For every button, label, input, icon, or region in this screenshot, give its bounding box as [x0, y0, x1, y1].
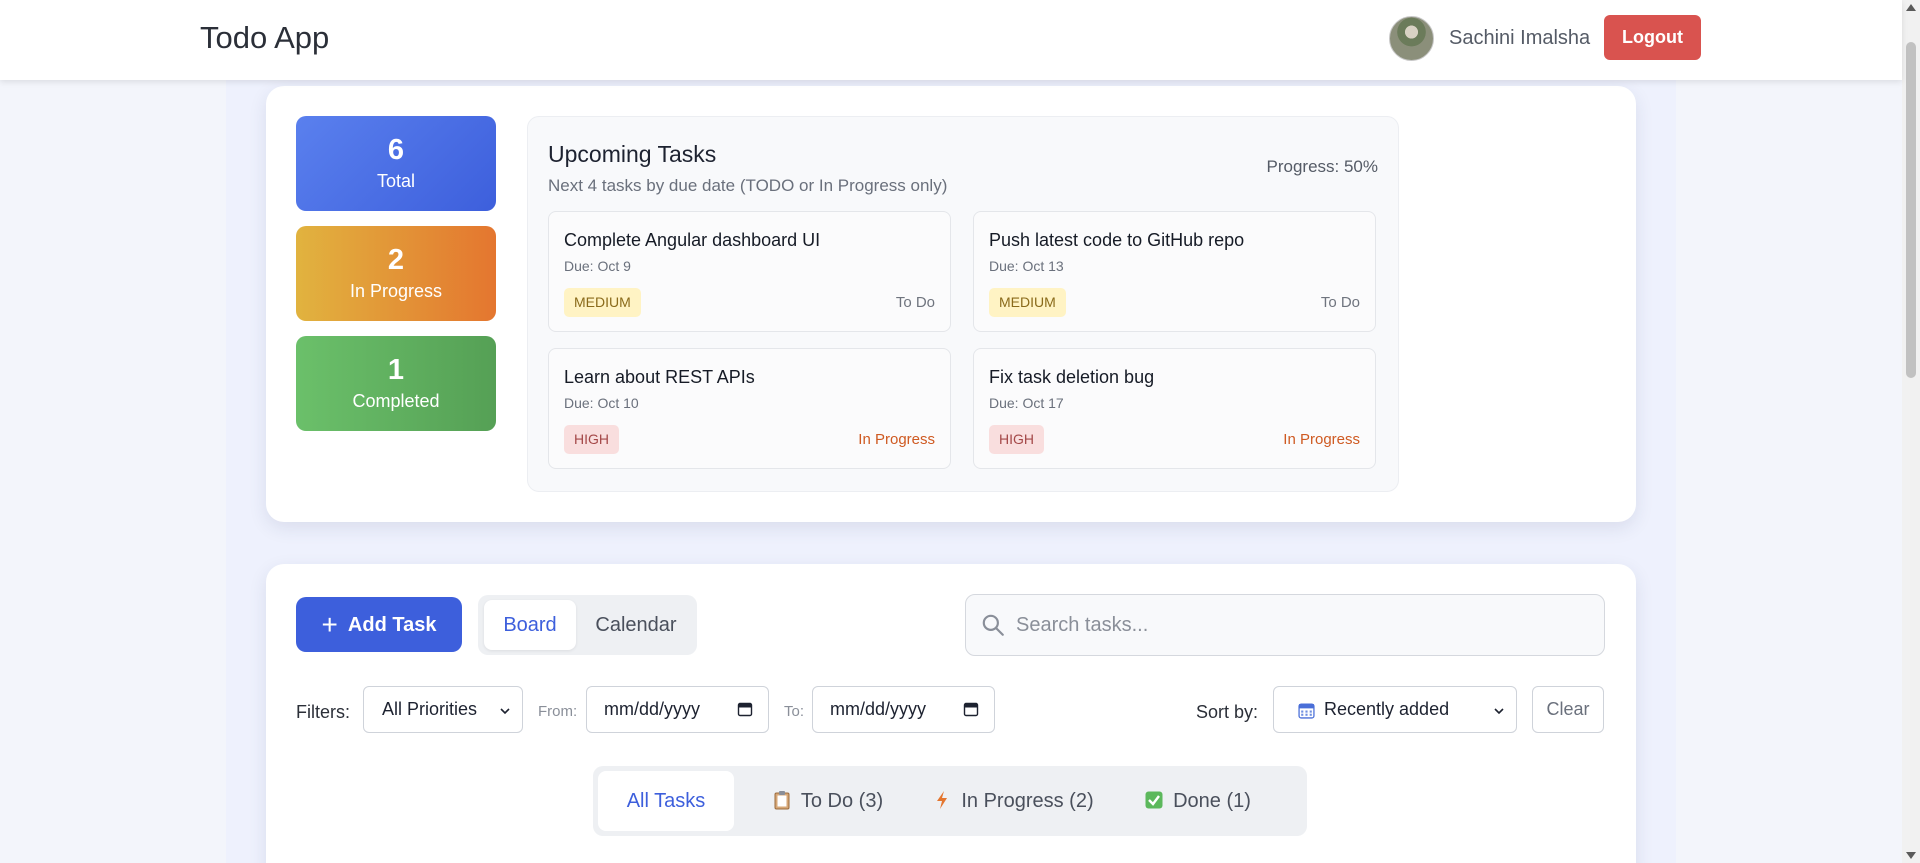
stat-in-progress-value: 2 — [387, 244, 405, 276]
tab-done-label: Done (1) — [1173, 789, 1251, 812]
calendar-icon[interactable] — [737, 701, 753, 717]
chevron-down-icon — [500, 708, 510, 715]
priority-filter-select[interactable]: All Priorities — [363, 686, 523, 733]
to-date-value: mm/dd/yyyy — [830, 699, 927, 719]
sort-value: Recently added — [1324, 699, 1450, 719]
task-due-date: Due: Oct 17 — [989, 395, 1064, 411]
sort-select[interactable]: Recently added — [1273, 686, 1517, 733]
sort-by-label: Sort by: — [1196, 702, 1259, 722]
clear-filters-button[interactable]: Clear — [1532, 686, 1604, 733]
task-status: In Progress — [858, 431, 935, 448]
upcoming-progress: Progress: 50% — [1266, 157, 1379, 176]
plus-icon: + — [321, 608, 338, 640]
stat-completed: 1 Completed — [296, 336, 496, 431]
chevron-down-icon — [1494, 708, 1504, 715]
upcoming-tasks-panel: Upcoming Tasks Next 4 tasks by due date … — [527, 116, 1399, 492]
from-date-value: mm/dd/yyyy — [604, 699, 701, 719]
task-controls-card: + Add Task Board Calendar Filters: All Pr… — [266, 564, 1636, 863]
task-status: To Do — [1320, 294, 1360, 311]
task-status: In Progress — [1283, 431, 1360, 448]
task-due-date: Due: Oct 10 — [564, 395, 639, 411]
board-view-button[interactable]: Board — [484, 600, 576, 650]
add-task-label: Add Task — [347, 613, 437, 636]
stat-total-value: 6 — [387, 134, 405, 166]
task-title: Complete Angular dashboard UI — [564, 230, 821, 250]
scroll-up-arrow-icon[interactable] — [1906, 4, 1916, 11]
checkmark-icon — [1145, 791, 1163, 808]
task-due-date: Due: Oct 9 — [564, 258, 631, 274]
calendar-view-button[interactable]: Calendar — [582, 600, 690, 650]
top-navbar: Todo App Sachini Imalsha Logout — [0, 0, 1902, 80]
upcoming-task-card[interactable]: Fix task deletion bug Due: Oct 17 HIGH I… — [973, 348, 1376, 469]
tab-in-progress[interactable]: In Progress (2) — [926, 771, 1101, 831]
tab-in-progress-label: In Progress (2) — [961, 789, 1094, 812]
view-toggle: Board Calendar — [478, 595, 697, 655]
tab-todo-label: To Do (3) — [800, 789, 884, 812]
upcoming-subtitle: Next 4 tasks by due date (TODO or In Pro… — [548, 176, 948, 195]
app-title: Todo App — [200, 20, 330, 55]
stat-total-label: Total — [376, 171, 416, 191]
priority-badge: MEDIUM — [989, 288, 1066, 317]
to-date-input[interactable]: mm/dd/yyyy — [812, 686, 995, 733]
priority-badge: HIGH — [989, 425, 1044, 454]
calendar-icon[interactable] — [963, 701, 979, 717]
search-icon — [982, 614, 1004, 636]
priority-badge: HIGH — [564, 425, 619, 454]
upcoming-task-card[interactable]: Push latest code to GitHub repo Due: Oct… — [973, 211, 1376, 332]
vertical-scrollbar[interactable] — [1902, 0, 1920, 863]
user-name: Sachini Imalsha — [1449, 27, 1591, 49]
task-title: Fix task deletion bug — [989, 367, 1155, 387]
search-input[interactable] — [1016, 605, 1586, 645]
calendar-icon — [1298, 703, 1315, 719]
upcoming-task-card[interactable]: Learn about REST APIs Due: Oct 10 HIGH I… — [548, 348, 951, 469]
stat-in-progress-label: In Progress — [349, 281, 443, 301]
task-title: Push latest code to GitHub repo — [989, 230, 1245, 250]
stat-completed-value: 1 — [387, 354, 405, 386]
priority-badge: MEDIUM — [564, 288, 641, 317]
status-tabs: All Tasks To Do (3) In Progress (2) Done… — [593, 766, 1307, 836]
logout-button[interactable]: Logout — [1604, 15, 1701, 60]
scroll-down-arrow-icon[interactable] — [1906, 852, 1916, 859]
stat-completed-label: Completed — [352, 391, 440, 411]
task-due-date: Due: Oct 13 — [989, 258, 1064, 274]
lightning-icon — [937, 790, 948, 809]
task-title: Learn about REST APIs — [564, 367, 755, 387]
from-label: From: — [538, 703, 578, 720]
user-avatar[interactable] — [1389, 16, 1434, 61]
upcoming-title: Upcoming Tasks — [548, 141, 717, 167]
tab-all-tasks[interactable]: All Tasks — [598, 771, 734, 831]
scroll-thumb[interactable] — [1906, 42, 1916, 378]
from-date-input[interactable]: mm/dd/yyyy — [586, 686, 769, 733]
dashboard-summary-card: 6 Total 2 In Progress 1 Completed Upcomi… — [266, 86, 1636, 522]
add-task-button[interactable]: + Add Task — [296, 597, 462, 652]
tab-todo[interactable]: To Do (3) — [753, 771, 903, 831]
stat-in-progress: 2 In Progress — [296, 226, 496, 321]
stat-total: 6 Total — [296, 116, 496, 211]
to-label: To: — [784, 703, 805, 720]
filters-label: Filters: — [296, 702, 350, 722]
clipboard-icon — [774, 790, 790, 809]
priority-filter-value: All Priorities — [382, 699, 478, 719]
search-box — [965, 594, 1605, 656]
task-status: To Do — [895, 294, 935, 311]
tab-done[interactable]: Done (1) — [1118, 771, 1278, 831]
upcoming-task-card[interactable]: Complete Angular dashboard UI Due: Oct 9… — [548, 211, 951, 332]
